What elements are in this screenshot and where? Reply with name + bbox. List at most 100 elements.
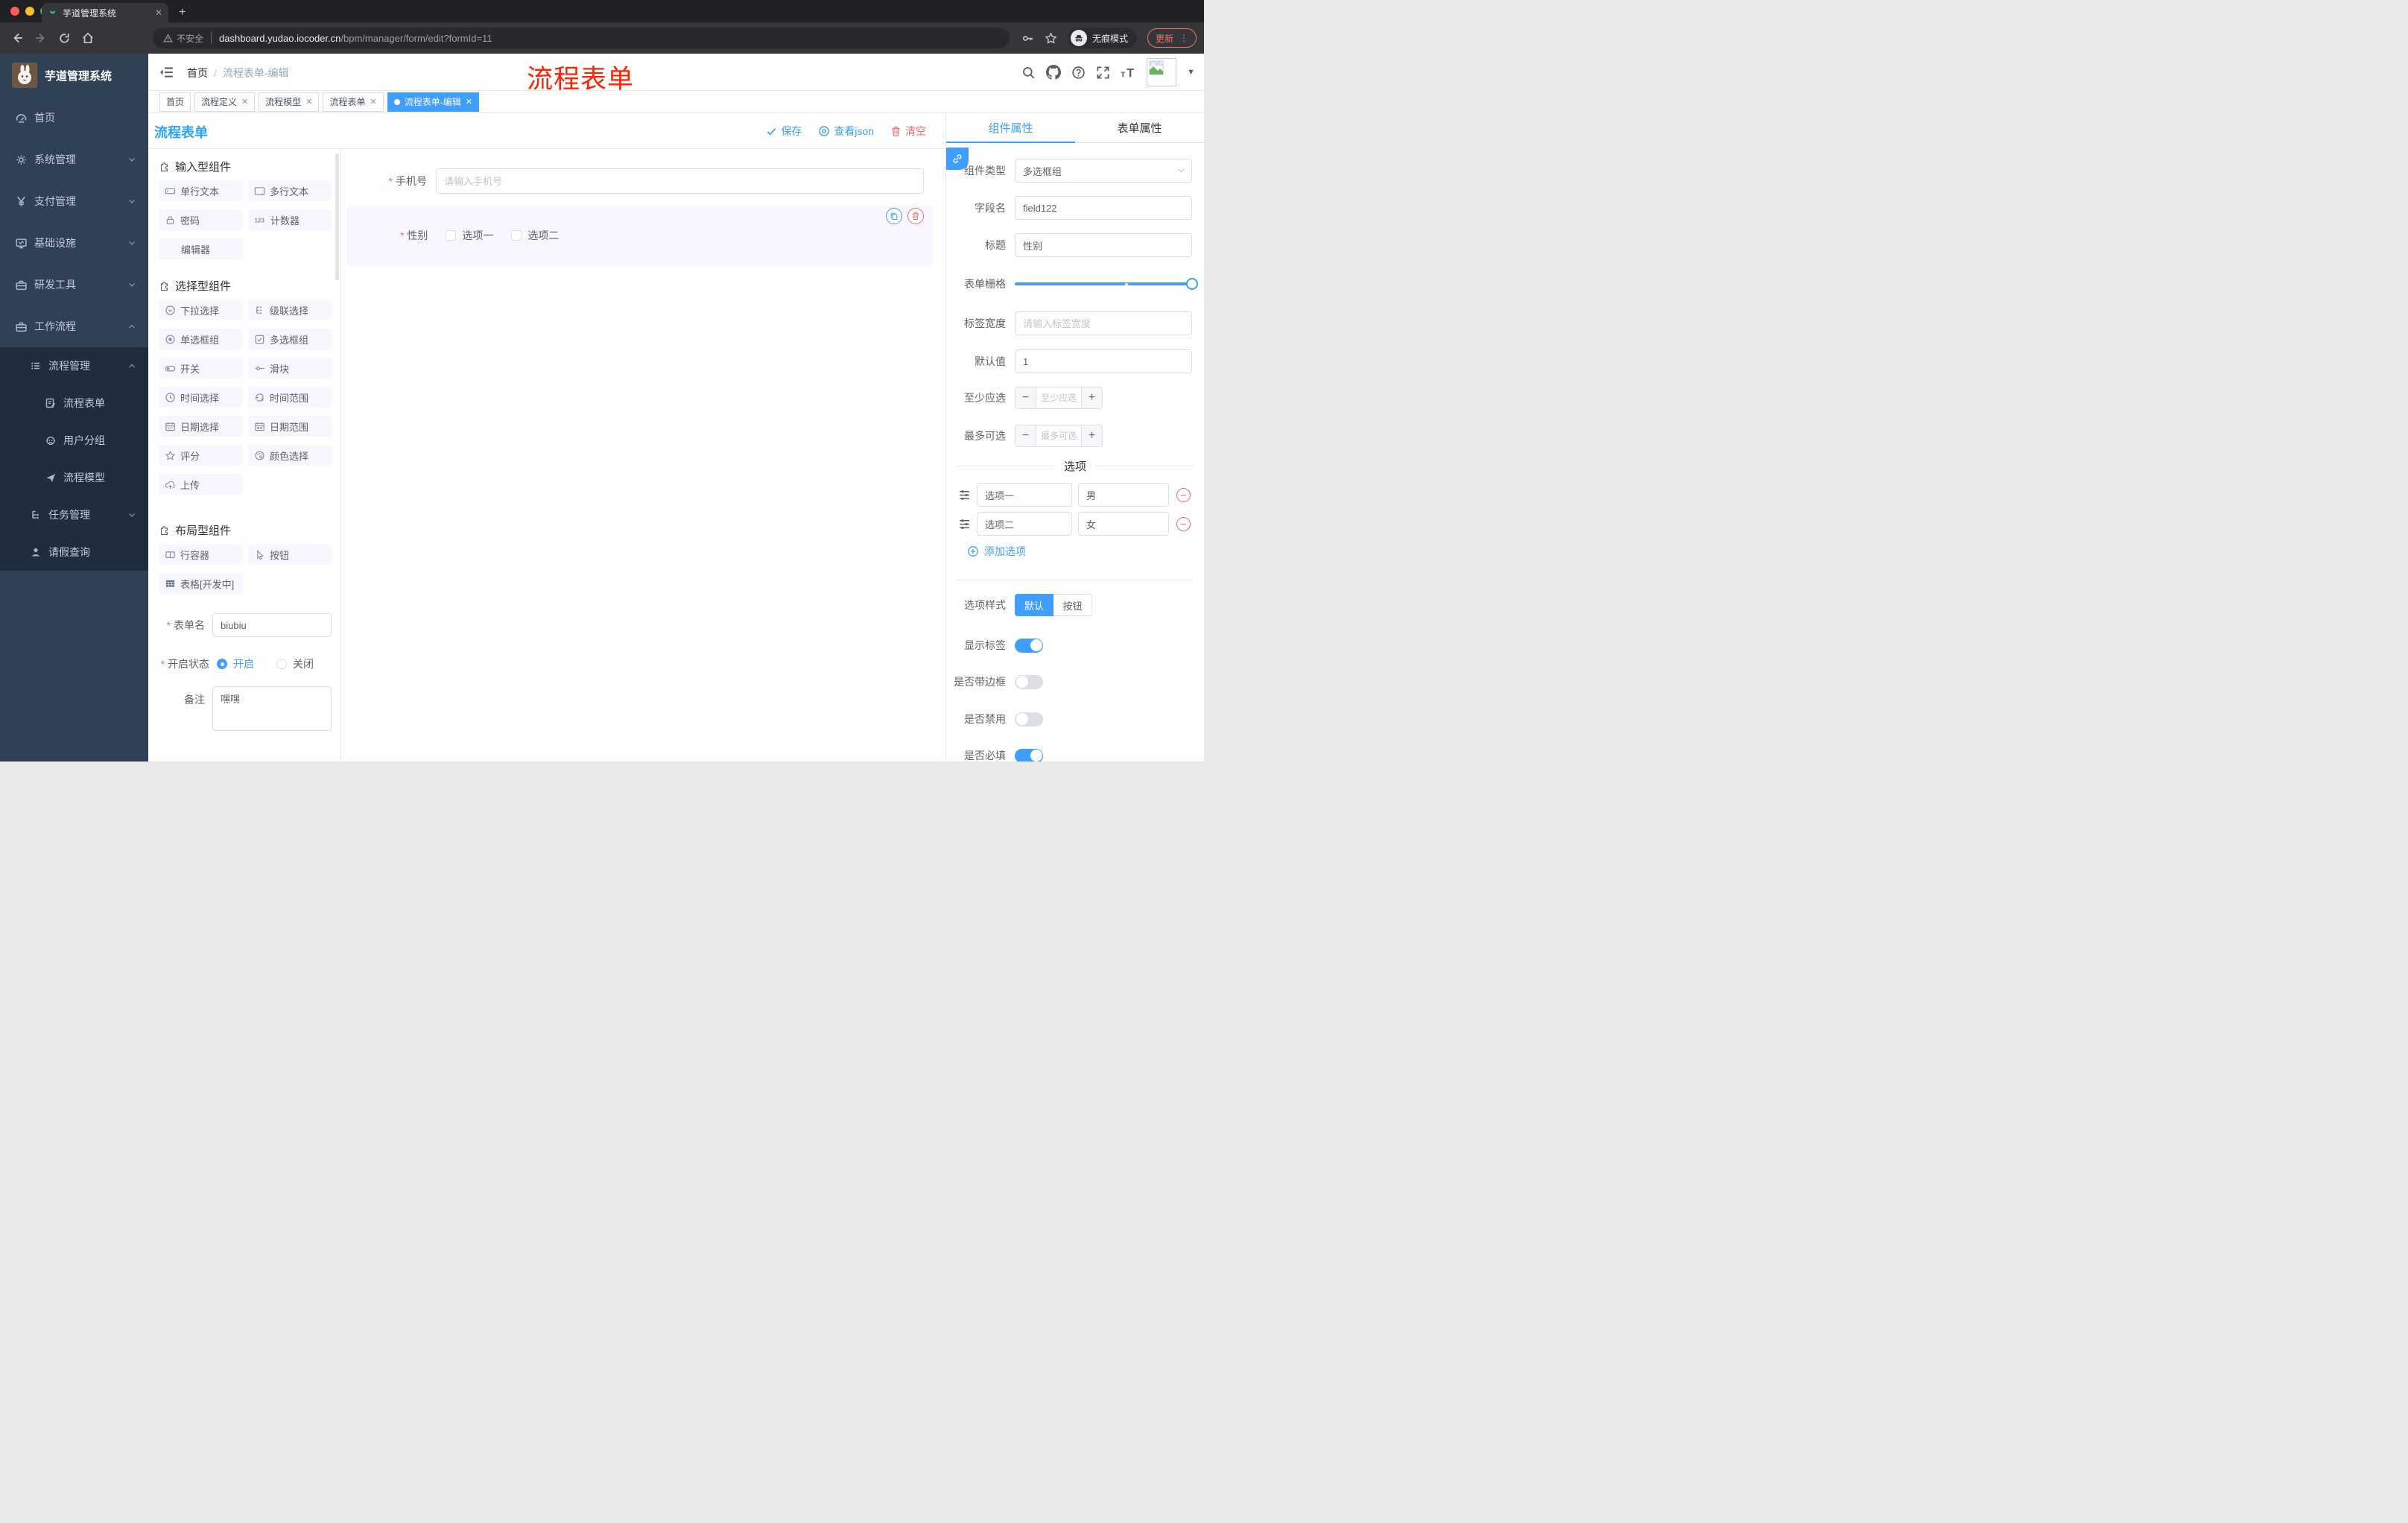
component-multi-line-text[interactable]: 多行文本	[248, 180, 332, 201]
style-button-button[interactable]: 按钮	[1054, 594, 1092, 616]
tag-process-definition[interactable]: 流程定义 ✕	[194, 92, 256, 112]
component-select[interactable]: 下拉选择	[159, 300, 242, 320]
component-switch[interactable]: 开关	[159, 358, 242, 379]
address-bar[interactable]: 不安全 dashboard.yudao.iocoder.cn/bpm/manag…	[153, 28, 1010, 48]
phone-field-row[interactable]: 手机号	[350, 168, 924, 194]
bookmark-star-icon[interactable]	[1045, 31, 1057, 45]
hamburger-fold-icon[interactable]	[159, 65, 174, 80]
sidebar-item-system[interactable]: 系统管理	[0, 139, 148, 180]
form-name-input[interactable]	[212, 613, 332, 637]
component-color-picker[interactable]: 颜色选择	[248, 445, 332, 466]
gender-option-1[interactable]: 选项一	[446, 228, 493, 243]
form-grid-slider[interactable]	[1015, 272, 1198, 296]
component-cascader[interactable]: 级联选择	[248, 300, 332, 320]
forward-icon[interactable]	[34, 31, 48, 45]
component-time-range[interactable]: 时间范围	[248, 387, 332, 408]
fullscreen-icon[interactable]	[1096, 66, 1110, 80]
phone-input[interactable]	[436, 168, 924, 194]
sidebar-item-workflow[interactable]: 工作流程	[0, 305, 148, 347]
help-icon[interactable]	[1071, 66, 1086, 80]
component-rate[interactable]: 评分	[159, 445, 242, 466]
drag-handle-icon[interactable]	[958, 518, 971, 531]
browser-tab[interactable]: 芋道管理系统 ✕	[42, 3, 168, 22]
browser-menu-icon[interactable]: ⋮	[1179, 33, 1188, 43]
not-secure-badge[interactable]: 不安全	[163, 32, 203, 45]
option-2-label-input[interactable]	[977, 512, 1072, 536]
style-default-button[interactable]: 默认	[1015, 594, 1054, 616]
component-single-line-text[interactable]: 单行文本	[159, 180, 242, 201]
form-remark-textarea[interactable]: 嘿嘿	[212, 686, 332, 731]
remove-option-button[interactable]: −	[1176, 516, 1191, 531]
radio-on-icon[interactable]	[217, 659, 227, 669]
radio-off-icon[interactable]	[276, 659, 287, 669]
tab-form-props[interactable]: 表单属性	[1075, 113, 1204, 142]
add-option-button[interactable]: 添加选项	[967, 544, 1026, 559]
component-button[interactable]: 按钮	[248, 544, 332, 565]
checkbox-icon[interactable]	[511, 230, 522, 241]
close-icon[interactable]: ✕	[241, 97, 248, 107]
close-icon[interactable]: ✕	[305, 97, 312, 107]
browser-update-button[interactable]: 更新 ⋮	[1147, 28, 1197, 48]
tag-process-model[interactable]: 流程模型 ✕	[259, 92, 320, 112]
sidebar-item-process-management[interactable]: 流程管理	[0, 347, 148, 384]
component-counter[interactable]: 123 计数器	[248, 209, 332, 230]
component-time-picker[interactable]: 时间选择	[159, 387, 242, 408]
password-key-icon[interactable]	[1021, 32, 1034, 45]
required-toggle[interactable]	[1015, 748, 1043, 762]
sidebar-item-infrastructure[interactable]: 基础设施	[0, 222, 148, 264]
decrease-button[interactable]: −	[1016, 387, 1036, 408]
search-icon[interactable]	[1021, 66, 1036, 80]
copy-component-button[interactable]	[886, 208, 902, 224]
clear-button[interactable]: 清空	[890, 124, 926, 139]
github-icon[interactable]	[1046, 65, 1062, 80]
increase-button[interactable]: +	[1081, 425, 1102, 446]
default-value-input[interactable]	[1015, 349, 1192, 373]
component-radio-group[interactable]: 单选框组	[159, 329, 242, 349]
remove-option-button[interactable]: −	[1176, 487, 1191, 502]
minimize-window-button[interactable]	[25, 7, 34, 16]
label-width-input[interactable]	[1015, 311, 1192, 335]
home-icon[interactable]	[81, 31, 95, 45]
component-date-picker[interactable]: 日期选择	[159, 416, 242, 437]
max-select-input[interactable]	[1036, 425, 1081, 446]
component-upload[interactable]: 上传	[159, 474, 242, 495]
decrease-button[interactable]: −	[1016, 425, 1036, 446]
close-icon[interactable]: ✕	[466, 97, 472, 107]
component-date-range[interactable]: 日期范围	[248, 416, 332, 437]
sidebar-item-user-groups[interactable]: 用户分组	[0, 422, 148, 459]
tag-process-form[interactable]: 流程表单 ✕	[323, 92, 384, 112]
option-1-label-input[interactable]	[977, 483, 1072, 507]
option-1-value-input[interactable]	[1078, 483, 1169, 507]
increase-button[interactable]: +	[1081, 387, 1102, 408]
with-border-toggle[interactable]	[1015, 674, 1043, 689]
scrollbar-thumb[interactable]	[335, 153, 339, 280]
close-tab-icon[interactable]: ✕	[155, 7, 162, 18]
sidebar-item-leave-query[interactable]: 请假查询	[0, 533, 148, 571]
font-size-icon[interactable]: TT	[1121, 66, 1136, 80]
component-checkbox-group[interactable]: 多选框组	[248, 329, 332, 349]
tag-process-form-edit[interactable]: 流程表单-编辑 ✕	[387, 92, 479, 112]
avatar[interactable]	[1147, 58, 1177, 86]
gender-option-2[interactable]: 选项二	[511, 228, 559, 243]
close-window-button[interactable]	[10, 7, 19, 16]
sidebar-item-process-form[interactable]: 流程表单	[0, 384, 148, 422]
slider-handle[interactable]	[1186, 278, 1198, 290]
sidebar-item-task-management[interactable]: 任务管理	[0, 496, 148, 533]
min-select-input[interactable]	[1036, 387, 1081, 408]
component-editor[interactable]: 编辑器	[159, 238, 242, 259]
component-password[interactable]: 密码	[159, 209, 242, 230]
delete-component-button[interactable]	[907, 208, 924, 224]
breadcrumb-home[interactable]: 首页	[187, 66, 208, 80]
drag-handle-icon[interactable]	[958, 489, 971, 501]
option-2-value-input[interactable]	[1078, 512, 1169, 536]
sidebar-item-devtools[interactable]: 研发工具	[0, 264, 148, 305]
status-on-label[interactable]: 开启	[233, 656, 254, 671]
component-type-select[interactable]	[1015, 159, 1192, 183]
component-row-container[interactable]: 行容器	[159, 544, 242, 565]
sidebar-item-home[interactable]: 首页	[0, 97, 148, 139]
checkbox-icon[interactable]	[446, 230, 457, 241]
field-name-input[interactable]	[1015, 196, 1192, 220]
avatar-caret-icon[interactable]: ▼	[1187, 68, 1195, 77]
status-off-label[interactable]: 关闭	[293, 656, 314, 671]
reload-icon[interactable]	[58, 32, 71, 45]
